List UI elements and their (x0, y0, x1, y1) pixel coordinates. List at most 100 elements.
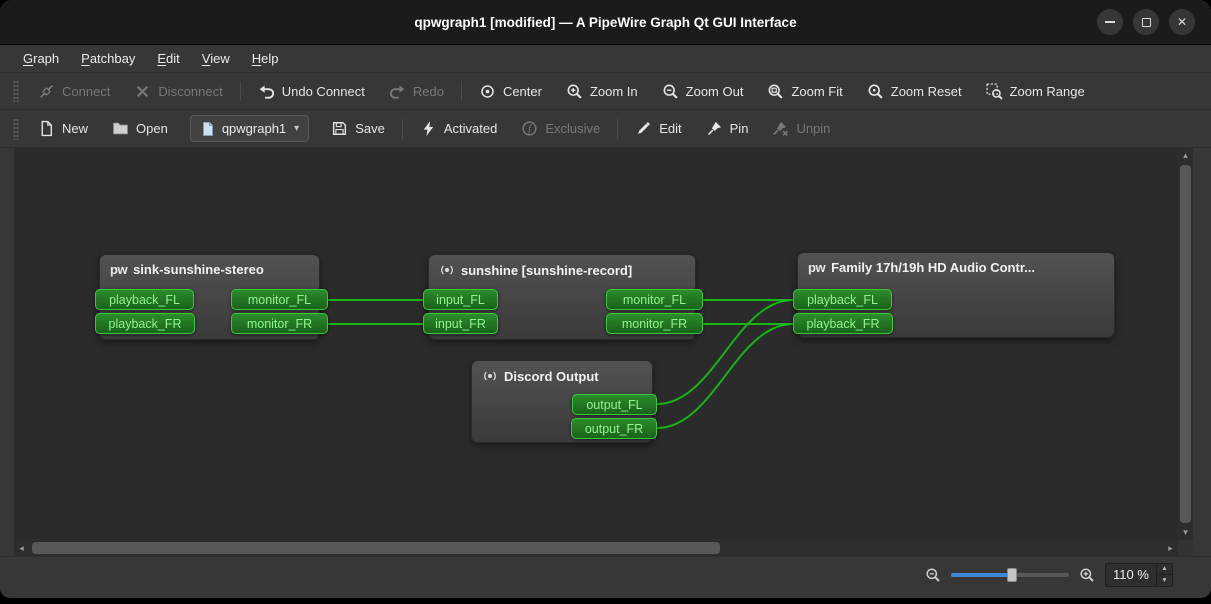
zoom-fit-button[interactable]: Zoom Fit (755, 76, 854, 106)
new-label: New (62, 121, 88, 136)
session-file-icon (200, 121, 216, 137)
zoom-slider-fill (951, 573, 1012, 577)
minimize-button[interactable] (1097, 9, 1123, 35)
save-icon (331, 120, 348, 137)
svg-text:f: f (528, 124, 532, 135)
activated-toggle[interactable]: Activated (408, 114, 509, 144)
graph-toolbar: Connect Disconnect Undo Connect Redo (0, 73, 1211, 110)
zoom-in-button[interactable]: Zoom In (554, 76, 650, 106)
node-header: sunshine [sunshine-record] (429, 255, 695, 285)
connect-button[interactable]: Connect (26, 76, 122, 106)
zoom-in-label: Zoom In (590, 84, 638, 99)
zoom-out-icon (662, 83, 679, 100)
open-button[interactable]: Open (100, 114, 180, 144)
redo-button[interactable]: Redo (377, 76, 456, 106)
new-button[interactable]: New (26, 114, 100, 144)
zoom-range-label: Zoom Range (1010, 84, 1085, 99)
port-discord-output-fl[interactable]: output_FL (572, 394, 657, 415)
lightning-icon (420, 120, 437, 137)
zoom-slider[interactable] (951, 566, 1069, 584)
audio-device-icon (482, 368, 498, 384)
edit-toggle[interactable]: Edit (623, 114, 693, 144)
horizontal-scrollbar[interactable]: ◂ ▸ (14, 540, 1178, 556)
connect-label: Connect (62, 84, 110, 99)
zoom-reset-button[interactable]: Zoom Reset (855, 76, 974, 106)
pipewire-icon: pw (110, 263, 127, 276)
statusbar-zoom-out-button[interactable] (925, 567, 941, 583)
zoom-range-button[interactable]: Zoom Range (974, 76, 1097, 106)
disconnect-button[interactable]: Disconnect (122, 76, 234, 106)
session-toolbar: New Open qpwgraph1 ▾ Save (0, 110, 1211, 148)
undo-arrow-icon (258, 83, 275, 100)
port-sunshine-input-fr[interactable]: input_FR (423, 313, 498, 334)
pin-button[interactable]: Pin (694, 114, 761, 144)
zoom-slider-handle[interactable] (1007, 568, 1017, 582)
save-label: Save (355, 121, 385, 136)
scroll-down-arrow[interactable]: ▾ (1178, 525, 1193, 540)
center-target-icon (479, 83, 496, 100)
menubar: Graph Patchbay Edit View Help (0, 45, 1211, 73)
app-window: qpwgraph1 [modified] — A PipeWire Graph … (0, 0, 1211, 598)
exclusive-toggle[interactable]: f Exclusive (509, 114, 612, 144)
graph-canvas[interactable]: pw sink-sunshine-stereo sunshine [sunshi… (14, 148, 1178, 540)
undo-connect-button[interactable]: Undo Connect (246, 76, 377, 106)
zoom-in-icon (1079, 567, 1095, 583)
zoom-spinbox[interactable]: 110 % ▲ ▼ (1105, 563, 1173, 587)
close-icon: ✕ (1177, 16, 1187, 28)
zoom-out-button[interactable]: Zoom Out (650, 76, 756, 106)
port-sunshine-monitor-fl[interactable]: monitor_FL (606, 289, 703, 310)
toolbar-drag-handle[interactable] (13, 80, 19, 102)
zoom-fit-icon (767, 83, 784, 100)
chevron-down-icon: ▾ (294, 123, 299, 134)
toolbar-separator (461, 81, 462, 101)
minimize-icon (1105, 21, 1115, 23)
statusbar: 110 % ▲ ▼ (0, 556, 1211, 592)
port-sink-monitor-fl[interactable]: monitor_FL (231, 289, 328, 310)
scroll-up-arrow[interactable]: ▴ (1178, 148, 1193, 163)
scroll-left-arrow[interactable]: ◂ (14, 540, 29, 556)
menu-graph[interactable]: Graph (12, 47, 70, 70)
port-sink-playback-fl[interactable]: playback_FL (95, 289, 194, 310)
center-button[interactable]: Center (467, 76, 554, 106)
port-sink-monitor-fr[interactable]: monitor_FR (231, 313, 328, 334)
port-discord-output-fr[interactable]: output_FR (571, 418, 657, 439)
scroll-right-arrow[interactable]: ▸ (1163, 540, 1178, 556)
menu-help[interactable]: Help (241, 47, 290, 70)
disconnect-icon (134, 83, 151, 100)
vertical-scrollbar[interactable]: ▴ ▾ (1178, 148, 1193, 540)
undo-connect-label: Undo Connect (282, 84, 365, 99)
save-button[interactable]: Save (319, 114, 397, 144)
center-label: Center (503, 84, 542, 99)
spin-down-button[interactable]: ▼ (1157, 575, 1172, 586)
session-selector[interactable]: qpwgraph1 ▾ (190, 115, 309, 142)
plug-icon (38, 83, 55, 100)
unpin-button[interactable]: Unpin (760, 114, 842, 144)
redo-label: Redo (413, 84, 444, 99)
horizontal-scrollbar-thumb[interactable] (32, 542, 720, 554)
activated-label: Activated (444, 121, 497, 136)
port-family-playback-fr[interactable]: playback_FR (793, 313, 893, 334)
vertical-scrollbar-thumb[interactable] (1180, 165, 1191, 523)
menu-patchbay[interactable]: Patchbay (70, 47, 146, 70)
menu-view[interactable]: View (191, 47, 241, 70)
port-sink-playback-fr[interactable]: playback_FR (95, 313, 195, 334)
pencil-icon (635, 120, 652, 137)
node-header: pw sink-sunshine-stereo (100, 255, 319, 284)
menu-edit[interactable]: Edit (146, 47, 190, 70)
unpin-label: Unpin (796, 121, 830, 136)
statusbar-zoom-in-button[interactable] (1079, 567, 1095, 583)
port-family-playback-fl[interactable]: playback_FL (793, 289, 892, 310)
port-sunshine-monitor-fr[interactable]: monitor_FR (606, 313, 703, 334)
maximize-button[interactable] (1133, 9, 1159, 35)
close-button[interactable]: ✕ (1169, 9, 1195, 35)
spin-up-button[interactable]: ▲ (1157, 564, 1172, 576)
toolbar-drag-handle[interactable] (13, 118, 19, 140)
port-sunshine-input-fl[interactable]: input_FL (423, 289, 498, 310)
spinbox-arrows: ▲ ▼ (1156, 564, 1172, 586)
titlebar[interactable]: qpwgraph1 [modified] — A PipeWire Graph … (0, 0, 1211, 45)
pipewire-icon: pw (808, 261, 825, 274)
pin-label: Pin (730, 121, 749, 136)
toolbar-separator (402, 119, 403, 139)
zoom-value: 110 % (1106, 564, 1156, 586)
unpin-icon (772, 120, 789, 137)
